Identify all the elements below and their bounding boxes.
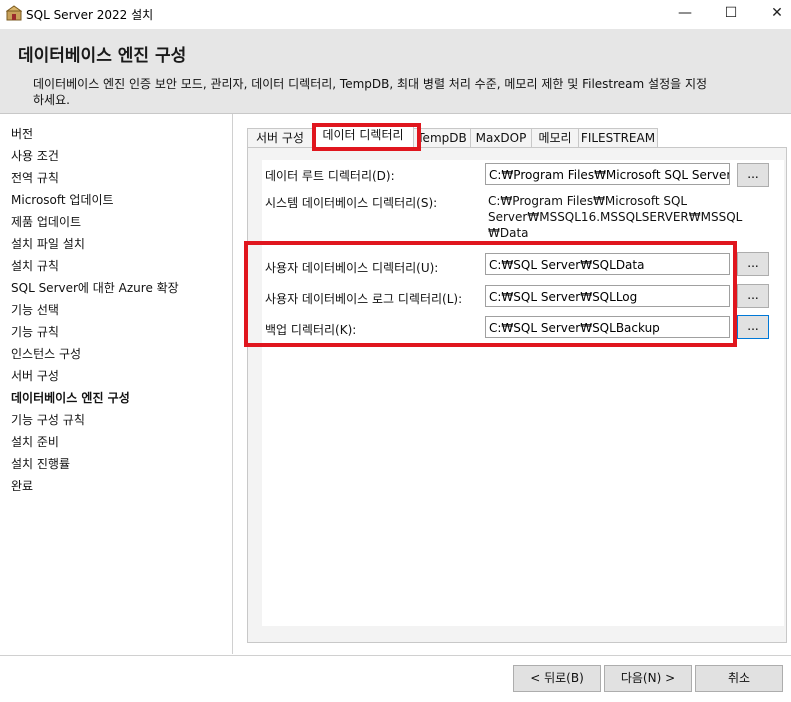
page-description: 데이터베이스 엔진 인증 보안 모드, 관리자, 데이터 디렉터리, TempD… <box>33 77 708 107</box>
sidebar-item-license-terms[interactable]: 사용 조건 <box>11 147 59 164</box>
data-root-directory-input[interactable]: C:₩Program Files₩Microsoft SQL Server₩ <box>485 163 730 185</box>
data-root-directory-label: 데이터 루트 디렉터리(D): <box>265 169 395 183</box>
sidebar-item-feature-selection[interactable]: 기능 선택 <box>11 301 59 318</box>
minimize-icon[interactable]: — <box>662 0 708 28</box>
user-database-browse-button[interactable]: ... <box>737 252 769 276</box>
sidebar-item-complete[interactable]: 완료 <box>11 477 33 494</box>
system-database-directory-value: C:₩Program Files₩Microsoft SQL Server₩MS… <box>488 194 743 240</box>
next-button[interactable]: 다음(N) > <box>604 665 692 692</box>
tab-highlight-box <box>312 123 421 151</box>
tab-server-configuration[interactable]: 서버 구성 <box>247 128 313 148</box>
sql-setup-app-icon <box>6 5 22 21</box>
system-database-directory-label: 시스템 데이터베이스 디렉터리(S): <box>265 196 438 210</box>
maximize-icon[interactable]: ☐ <box>708 0 754 28</box>
sidebar-item-feature-configuration-rules[interactable]: 기능 구성 규칙 <box>11 411 85 428</box>
window-title: SQL Server 2022 설치 <box>26 8 154 22</box>
title-bar: SQL Server 2022 설치 — ☐ ✕ <box>0 0 791 28</box>
setup-steps-sidebar: 버전 사용 조건 전역 규칙 Microsoft 업데이트 제품 업데이트 설치… <box>0 114 232 654</box>
cancel-button[interactable]: 취소 <box>695 665 783 692</box>
page-title: 데이터베이스 엔진 구성 <box>18 46 187 66</box>
page-header: 데이터베이스 엔진 구성 데이터베이스 엔진 인증 보안 모드, 관리자, 데이… <box>0 29 791 114</box>
user-log-browse-button[interactable]: ... <box>737 284 769 308</box>
footer-divider <box>0 655 791 656</box>
back-button[interactable]: < 뒤로(B) <box>513 665 601 692</box>
sidebar-divider <box>232 114 233 654</box>
directories-highlight-box <box>244 241 737 347</box>
tab-tempdb[interactable]: TempDB <box>413 128 471 148</box>
backup-browse-button[interactable]: ... <box>737 315 769 339</box>
sidebar-item-installation-progress[interactable]: 설치 진행률 <box>11 455 70 472</box>
sidebar-item-instance-configuration[interactable]: 인스턴스 구성 <box>11 345 81 362</box>
data-root-browse-button[interactable]: ... <box>737 163 769 187</box>
sidebar-item-edition[interactable]: 버전 <box>11 125 33 142</box>
close-icon[interactable]: ✕ <box>754 0 791 28</box>
sidebar-item-database-engine-configuration[interactable]: 데이터베이스 엔진 구성 <box>11 389 130 406</box>
tab-filestream[interactable]: FILESTREAM <box>578 128 658 148</box>
sidebar-item-ready-to-install[interactable]: 설치 준비 <box>11 433 59 450</box>
tab-maxdop[interactable]: MaxDOP <box>470 128 532 148</box>
sidebar-item-global-rules[interactable]: 전역 규칙 <box>11 169 59 186</box>
sidebar-item-server-configuration[interactable]: 서버 구성 <box>11 367 59 384</box>
sidebar-item-azure-extension[interactable]: SQL Server에 대한 Azure 확장 <box>11 279 179 296</box>
sidebar-item-install-setup-files[interactable]: 설치 파일 설치 <box>11 235 85 252</box>
sidebar-item-product-updates[interactable]: 제품 업데이트 <box>11 213 81 230</box>
sidebar-item-install-rules[interactable]: 설치 규칙 <box>11 257 59 274</box>
tab-memory[interactable]: 메모리 <box>531 128 579 148</box>
sidebar-item-microsoft-update[interactable]: Microsoft 업데이트 <box>11 191 114 208</box>
sidebar-item-feature-rules[interactable]: 기능 규칙 <box>11 323 59 340</box>
